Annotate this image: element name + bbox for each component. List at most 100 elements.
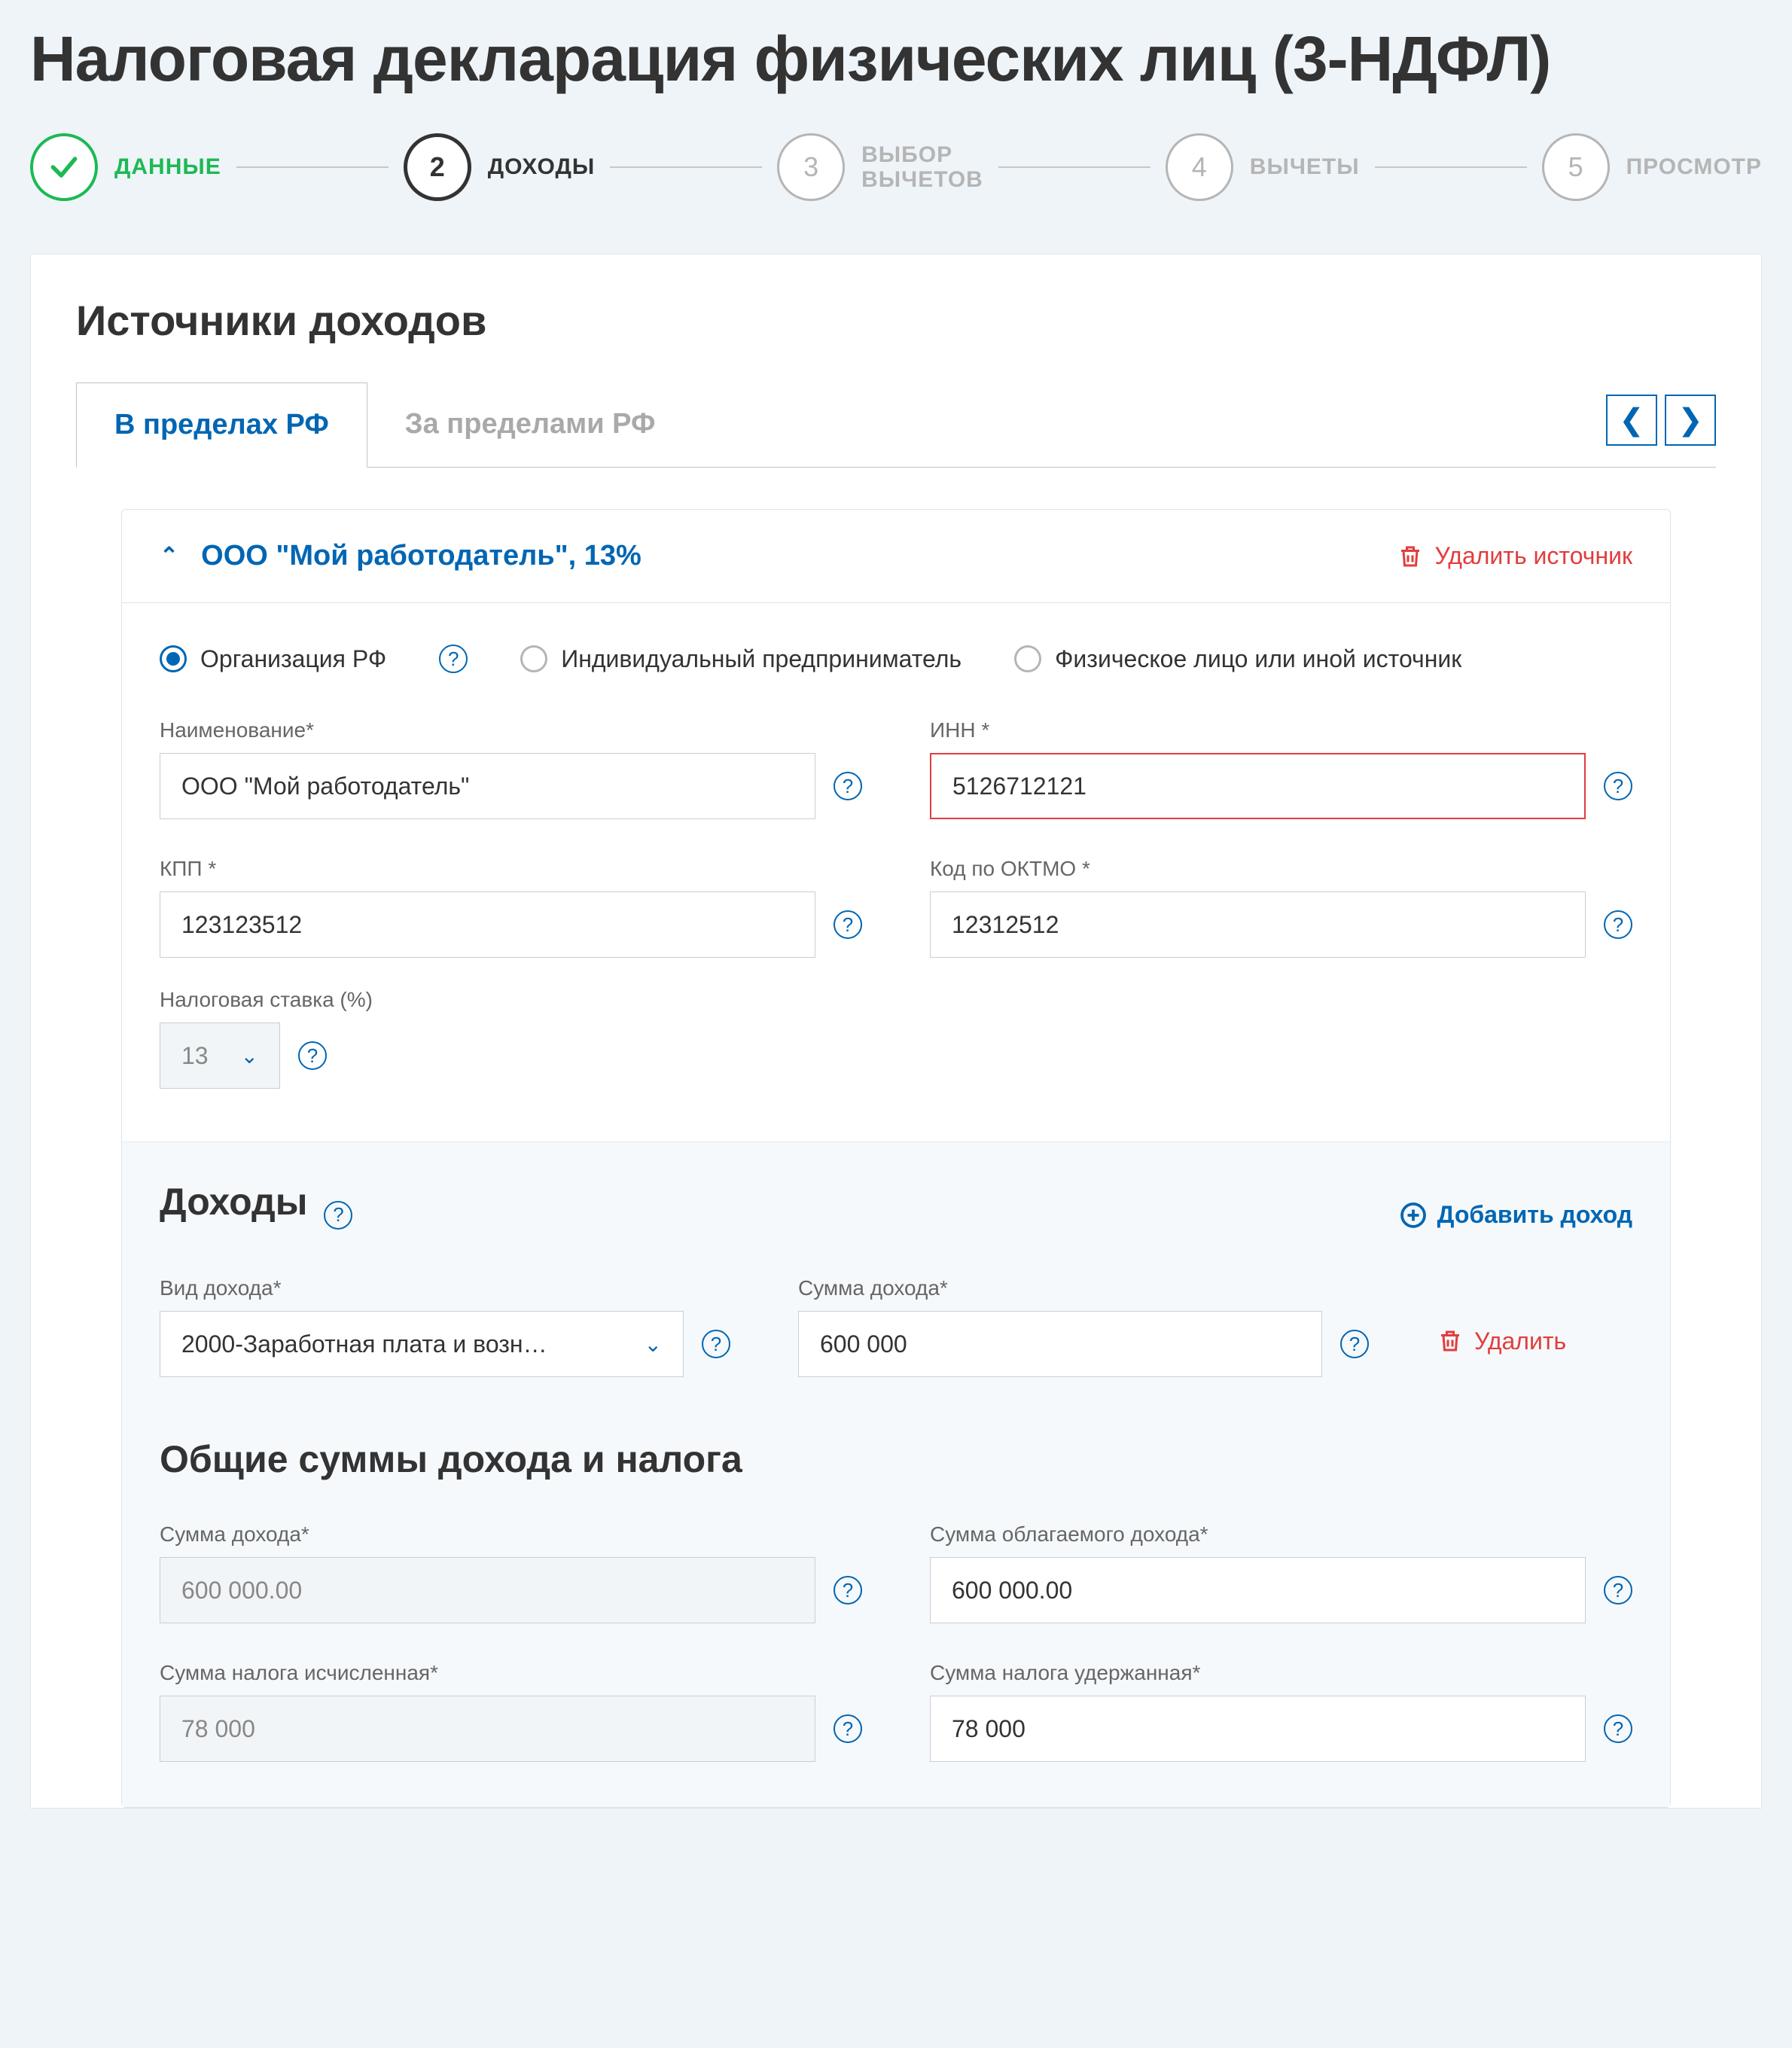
delete-income-link[interactable]: Удалить xyxy=(1437,1308,1632,1374)
tabs: В пределах РФ За пределами РФ ❮ ❯ xyxy=(76,382,1716,468)
help-icon[interactable]: ? xyxy=(298,1041,327,1070)
totals-grid: Сумма дохода* ? Сумма облагаемого дохода… xyxy=(160,1507,1632,1762)
incomes-title: Доходы xyxy=(160,1180,307,1224)
label: Налоговая ставка (%) xyxy=(160,988,1632,1012)
inn-input[interactable] xyxy=(930,753,1586,819)
label: КПП * xyxy=(160,857,862,881)
step-number: 4 xyxy=(1166,133,1233,201)
income-row: Вид дохода* 2000-Заработная плата и возн… xyxy=(160,1276,1632,1377)
connector xyxy=(236,166,389,168)
name-input[interactable] xyxy=(160,753,815,819)
source-toggle[interactable]: ⌃ ООО "Мой работодатель", 13% xyxy=(160,540,642,572)
help-icon[interactable]: ? xyxy=(1604,772,1632,800)
help-icon[interactable]: ? xyxy=(324,1201,352,1230)
help-icon[interactable]: ? xyxy=(1604,1714,1632,1743)
trash-icon xyxy=(1397,543,1424,570)
chevron-right-icon: ❯ xyxy=(1678,403,1703,437)
step-3[interactable]: 3 ВЫБОРВЫЧЕТОВ xyxy=(777,133,983,201)
chevron-down-icon: ⌄ xyxy=(629,1332,662,1357)
step-label: ВЫБОРВЫЧЕТОВ xyxy=(861,142,983,192)
label: Код по ОКТМО * xyxy=(930,857,1632,881)
tax-held-input[interactable] xyxy=(930,1696,1586,1762)
step-1[interactable]: ДАННЫЕ xyxy=(30,133,221,201)
help-icon[interactable]: ? xyxy=(702,1330,730,1358)
totals-title: Общие суммы дохода и налога xyxy=(160,1437,1632,1481)
field-oktmo: Код по ОКТМО * ? xyxy=(930,857,1632,958)
stepper: ДАННЫЕ 2 ДОХОДЫ 3 ВЫБОРВЫЧЕТОВ 4 ВЫЧЕТЫ … xyxy=(30,133,1762,201)
plus-circle-icon xyxy=(1400,1202,1427,1229)
connector xyxy=(998,166,1150,168)
help-icon[interactable]: ? xyxy=(834,772,862,800)
step-2[interactable]: 2 ДОХОДЫ xyxy=(404,133,595,201)
next-button[interactable]: ❯ xyxy=(1665,395,1716,446)
step-4[interactable]: 4 ВЫЧЕТЫ xyxy=(1166,133,1360,201)
help-icon[interactable]: ? xyxy=(439,645,468,673)
trash-icon xyxy=(1437,1327,1464,1355)
source-fields: Наименование* ? ИНН * ? КПП * ? xyxy=(122,688,1670,988)
total-income-input xyxy=(160,1557,815,1623)
radio-dot-icon xyxy=(1014,645,1041,672)
step-label: ВЫЧЕТЫ xyxy=(1250,154,1360,180)
label: Вид дохода* xyxy=(160,1276,730,1300)
main-card: Источники доходов В пределах РФ За преде… xyxy=(30,254,1762,1809)
help-icon[interactable]: ? xyxy=(834,1576,862,1605)
rate-select[interactable]: 13 ⌄ xyxy=(160,1022,280,1089)
tab-inside-rf[interactable]: В пределах РФ xyxy=(76,382,367,468)
label: Сумма облагаемого дохода* xyxy=(930,1522,1632,1547)
source-type-radios: Организация РФ ? Индивидуальный предприн… xyxy=(122,603,1670,688)
radio-dot-icon xyxy=(160,645,187,672)
source-title-text: ООО "Мой работодатель", 13% xyxy=(201,540,642,572)
label: Сумма налога исчисленная* xyxy=(160,1661,862,1685)
radio-organization[interactable]: Организация РФ xyxy=(160,645,386,673)
chevron-up-icon: ⌃ xyxy=(160,543,178,569)
income-source-panel: ⌃ ООО "Мой работодатель", 13% Удалить ис… xyxy=(121,509,1671,1808)
label: Сумма дохода* xyxy=(798,1276,1369,1300)
help-icon[interactable]: ? xyxy=(834,910,862,939)
radio-person[interactable]: Физическое лицо или иной источник xyxy=(1014,645,1461,673)
source-header: ⌃ ООО "Мой работодатель", 13% Удалить ис… xyxy=(122,510,1670,603)
help-icon[interactable]: ? xyxy=(1604,1576,1632,1605)
help-icon[interactable]: ? xyxy=(834,1714,862,1743)
label: Сумма налога удержанная* xyxy=(930,1661,1632,1685)
connector xyxy=(610,166,762,168)
pager: ❮ ❯ xyxy=(1606,382,1716,467)
connector xyxy=(1375,166,1527,168)
field-name: Наименование* ? xyxy=(160,718,862,819)
label: Сумма дохода* xyxy=(160,1522,862,1547)
add-income-link[interactable]: Добавить доход xyxy=(1400,1201,1632,1229)
check-icon xyxy=(30,133,98,201)
help-icon[interactable]: ? xyxy=(1604,910,1632,939)
prev-button[interactable]: ❮ xyxy=(1606,395,1657,446)
field-taxable-income: Сумма облагаемого дохода* ? xyxy=(930,1522,1632,1623)
label: ИНН * xyxy=(930,718,1632,742)
field-tax-calc: Сумма налога исчисленная* ? xyxy=(160,1661,862,1762)
step-number: 5 xyxy=(1542,133,1610,201)
step-number: 2 xyxy=(404,133,471,201)
radio-dot-icon xyxy=(520,645,547,672)
chevron-down-icon: ⌄ xyxy=(226,1044,258,1068)
oktmo-input[interactable] xyxy=(930,891,1586,958)
step-label: ДАННЫЕ xyxy=(114,154,221,180)
help-icon[interactable]: ? xyxy=(1340,1330,1369,1358)
tax-calc-input xyxy=(160,1696,815,1762)
kpp-input[interactable] xyxy=(160,891,815,958)
delete-source-link[interactable]: Удалить источник xyxy=(1397,542,1632,570)
step-5[interactable]: 5 ПРОСМОТР xyxy=(1542,133,1762,201)
step-number: 3 xyxy=(777,133,845,201)
field-total-income: Сумма дохода* ? xyxy=(160,1522,862,1623)
tab-outside-rf[interactable]: За пределами РФ xyxy=(367,382,693,467)
step-label: ПРОСМОТР xyxy=(1626,154,1762,180)
taxable-income-input[interactable] xyxy=(930,1557,1586,1623)
income-type-select[interactable]: 2000-Заработная плата и возн… ⌄ xyxy=(160,1311,684,1377)
field-tax-held: Сумма налога удержанная* ? xyxy=(930,1661,1632,1762)
radio-ip[interactable]: Индивидуальный предприниматель xyxy=(520,645,962,673)
income-sum-input[interactable] xyxy=(798,1311,1322,1377)
field-inn: ИНН * ? xyxy=(930,718,1632,819)
field-tax-rate: Налоговая ставка (%) 13 ⌄ ? xyxy=(122,988,1670,1126)
section-title: Источники доходов xyxy=(76,296,1716,345)
field-income-type: Вид дохода* 2000-Заработная плата и возн… xyxy=(160,1276,730,1377)
field-kpp: КПП * ? xyxy=(160,857,862,958)
field-income-sum: Сумма дохода* ? xyxy=(798,1276,1369,1377)
chevron-left-icon: ❮ xyxy=(1619,403,1644,437)
label: Наименование* xyxy=(160,718,862,742)
